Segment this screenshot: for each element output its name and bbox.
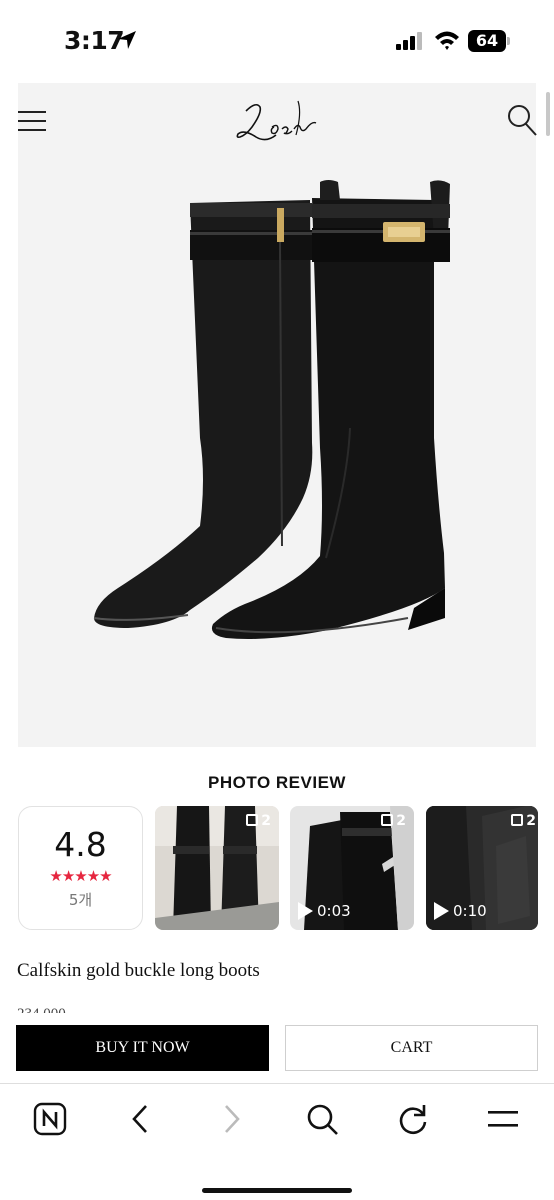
multi-photo-icon (511, 814, 524, 826)
product-image-area (18, 83, 538, 747)
multi-photo-icon (246, 814, 259, 826)
cart-button[interactable]: CART (285, 1025, 538, 1071)
buy-it-now-button[interactable]: BUY IT NOW (16, 1025, 269, 1071)
review-photo-thumbnail[interactable]: 2 (155, 806, 279, 930)
browser-toolbar (0, 1083, 554, 1200)
photo-count-badge: 2 (381, 813, 406, 829)
battery-indicator: 64 (468, 30, 510, 52)
product-price: 234,000 (17, 1003, 137, 1013)
multi-photo-icon (381, 814, 394, 826)
brand-logo[interactable] (226, 93, 326, 153)
photo-review-heading: PHOTO REVIEW (208, 773, 346, 792)
rating-value: 4.8 (54, 825, 107, 864)
review-video-thumbnail[interactable]: 2 0:10 (426, 806, 538, 930)
status-bar: 3:17 64 (0, 0, 554, 80)
video-duration: 0:03 (298, 902, 351, 920)
video-duration: 0:10 (434, 902, 487, 920)
cellular-signal-icon (396, 32, 422, 50)
hamburger-menu-icon[interactable] (18, 110, 48, 132)
wifi-icon (435, 31, 459, 50)
photo-count-badge: 2 (246, 813, 271, 829)
reload-icon[interactable] (396, 1102, 430, 1136)
battery-cap (507, 37, 510, 45)
rating-summary-card[interactable]: 4.8 ★★★★★ 5개 (18, 806, 143, 930)
product-title: Calfskin gold buckle long boots (17, 960, 260, 981)
search-icon[interactable] (506, 103, 538, 137)
forward-icon[interactable] (214, 1102, 248, 1136)
play-icon (434, 902, 449, 920)
battery-level: 64 (468, 30, 506, 52)
product-image[interactable] (88, 178, 458, 648)
back-icon[interactable] (124, 1102, 158, 1136)
naver-home-icon[interactable] (33, 1102, 67, 1136)
rating-stars: ★★★★★ (49, 868, 112, 885)
review-video-thumbnail[interactable]: 2 0:03 (290, 806, 414, 930)
menu-icon[interactable] (486, 1102, 520, 1136)
review-count: 5개 (68, 891, 93, 909)
location-arrow-icon (118, 31, 136, 49)
search-icon[interactable] (305, 1102, 339, 1136)
play-icon (298, 902, 313, 920)
home-indicator (202, 1188, 352, 1193)
photo-count-badge: 2 (511, 813, 536, 829)
scrollbar[interactable] (546, 92, 550, 136)
